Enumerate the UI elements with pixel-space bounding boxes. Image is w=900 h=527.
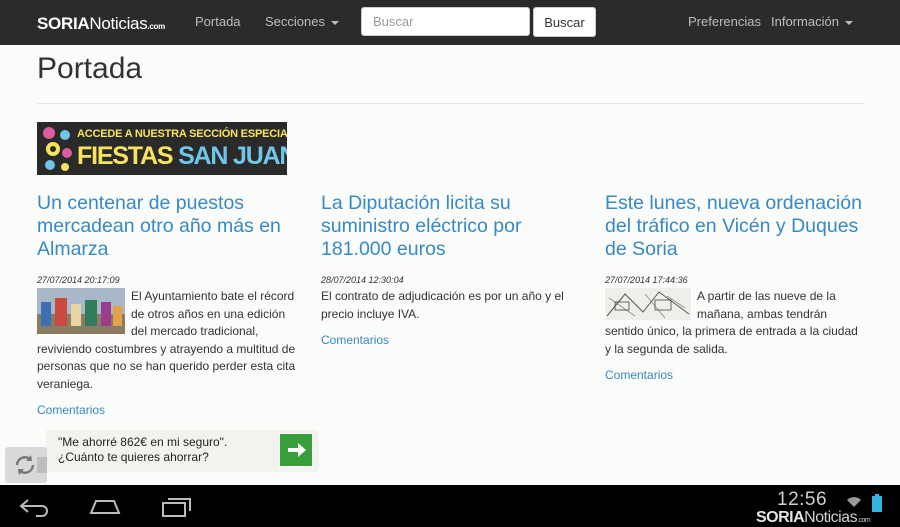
arrow-right-icon	[288, 443, 306, 457]
banner-word-sanjuan: SAN JUAN	[178, 142, 287, 170]
article-headline[interactable]: Este lunes, nueva ordenación del tráfico…	[605, 192, 862, 260]
comments-link[interactable]: Comentarios	[37, 403, 105, 417]
article-thumbnail[interactable]	[37, 288, 125, 334]
logo-suffix: .com	[147, 22, 165, 31]
article-card: Este lunes, nueva ordenación del tráfico…	[605, 192, 867, 261]
battery-icon	[872, 494, 882, 512]
article-card: Un centenar de puestos mercadean otro añ…	[37, 192, 299, 261]
watermark-suffix: .com	[857, 517, 871, 524]
chevron-down-icon	[330, 20, 339, 25]
search-button[interactable]: Buscar	[533, 7, 596, 37]
title-divider	[37, 103, 864, 104]
article-timestamp: 28/07/2014 12:30:04	[321, 275, 404, 285]
fiestas-banner[interactable]: ACCEDE A NUESTRA SECCIÓN ESPECIAL FIESTA…	[37, 122, 287, 175]
system-clock: 12:56	[777, 489, 828, 510]
nav-secciones-label: Secciones	[265, 14, 325, 29]
comments-link[interactable]: Comentarios	[321, 333, 389, 347]
refresh-icon	[15, 455, 47, 475]
article-body: A partir de las nueve de la mañana, amba…	[605, 288, 860, 358]
watermark-bold: SORIA	[756, 509, 805, 526]
logo-light: Noticias	[89, 14, 148, 33]
nav-informacion-dropdown[interactable]: Información	[771, 14, 853, 29]
ad-text: "Me ahorré 862€ en mi seguro". ¿Cuánto t…	[58, 435, 227, 465]
refresh-button[interactable]	[5, 447, 47, 483]
article-headline[interactable]: La Diputación licita su suministro eléct…	[321, 192, 521, 260]
chevron-down-icon	[844, 20, 853, 25]
nav-secciones-dropdown[interactable]: Secciones	[265, 14, 339, 29]
article-body-text: El contrato de adjudicación es por un añ…	[321, 289, 564, 321]
logo-bold: SORIA	[37, 14, 90, 33]
home-icon[interactable]	[88, 498, 122, 516]
nav-preferencias[interactable]: Preferencias	[688, 14, 761, 29]
watermark-logo: SORIANoticias.com	[756, 509, 871, 527]
article-card: La Diputación licita su suministro eléct…	[321, 192, 583, 261]
page-title: Portada	[37, 52, 143, 85]
search-input[interactable]	[361, 7, 530, 36]
wifi-icon	[847, 497, 861, 507]
article-body: El contrato de adjudicación es por un añ…	[321, 288, 576, 323]
article-timestamp: 27/07/2014 20:17:09	[37, 275, 120, 285]
ad-line-1: "Me ahorré 862€ en mi seguro".	[58, 435, 228, 449]
back-icon[interactable]	[18, 497, 52, 517]
decorative-pattern-icon	[43, 127, 72, 171]
article-headline[interactable]: Un centenar de puestos mercadean otro añ…	[37, 192, 281, 260]
article-body: El Ayuntamiento bate el récord de otros …	[37, 288, 297, 393]
article-timestamp: 27/07/2014 17:44:36	[605, 275, 688, 285]
site-logo[interactable]: SORIANoticias.com	[37, 14, 165, 34]
top-navbar: SORIANoticias.com Portada Secciones Busc…	[0, 0, 900, 45]
recent-apps-icon[interactable]	[160, 496, 194, 518]
banner-word-fiestas: FIESTAS	[77, 142, 174, 170]
ad-banner[interactable]: "Me ahorré 862€ en mi seguro". ¿Cuánto t…	[46, 430, 318, 472]
article-thumbnail[interactable]	[605, 288, 691, 320]
ad-arrow-button[interactable]	[279, 433, 313, 467]
banner-title: FIESTAS SAN JUAN2014	[77, 142, 287, 171]
comments-link[interactable]: Comentarios	[605, 368, 673, 382]
ad-line-2: ¿Cuánto te quieres ahorrar?	[58, 450, 209, 464]
nav-portada[interactable]: Portada	[195, 14, 241, 29]
banner-headline: ACCEDE A NUESTRA SECCIÓN ESPECIAL	[77, 128, 287, 140]
watermark-light: Noticias	[804, 509, 858, 526]
nav-informacion-label: Información	[771, 14, 839, 29]
